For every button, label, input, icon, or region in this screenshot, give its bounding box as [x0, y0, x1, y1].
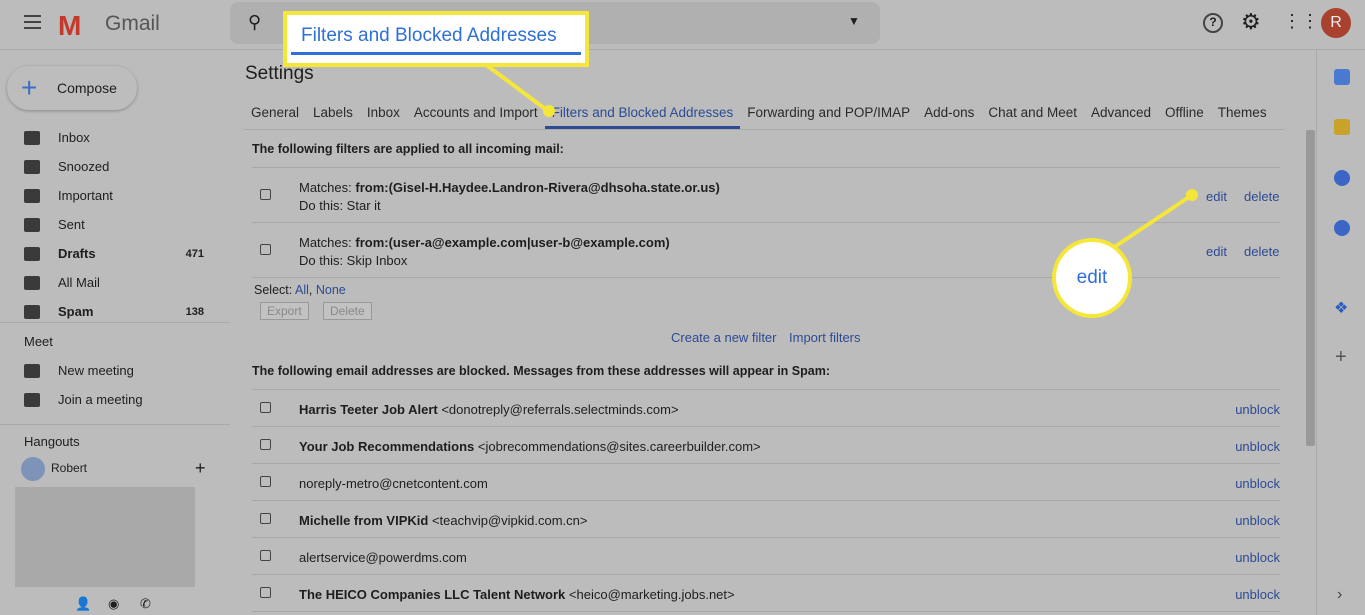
callout-dot [543, 105, 555, 117]
edit-callout: edit [1052, 238, 1132, 318]
callout-lines [483, 62, 1194, 252]
tab-callout: Filters and Blocked Addresses [283, 11, 589, 67]
callout-dot [1186, 189, 1198, 201]
